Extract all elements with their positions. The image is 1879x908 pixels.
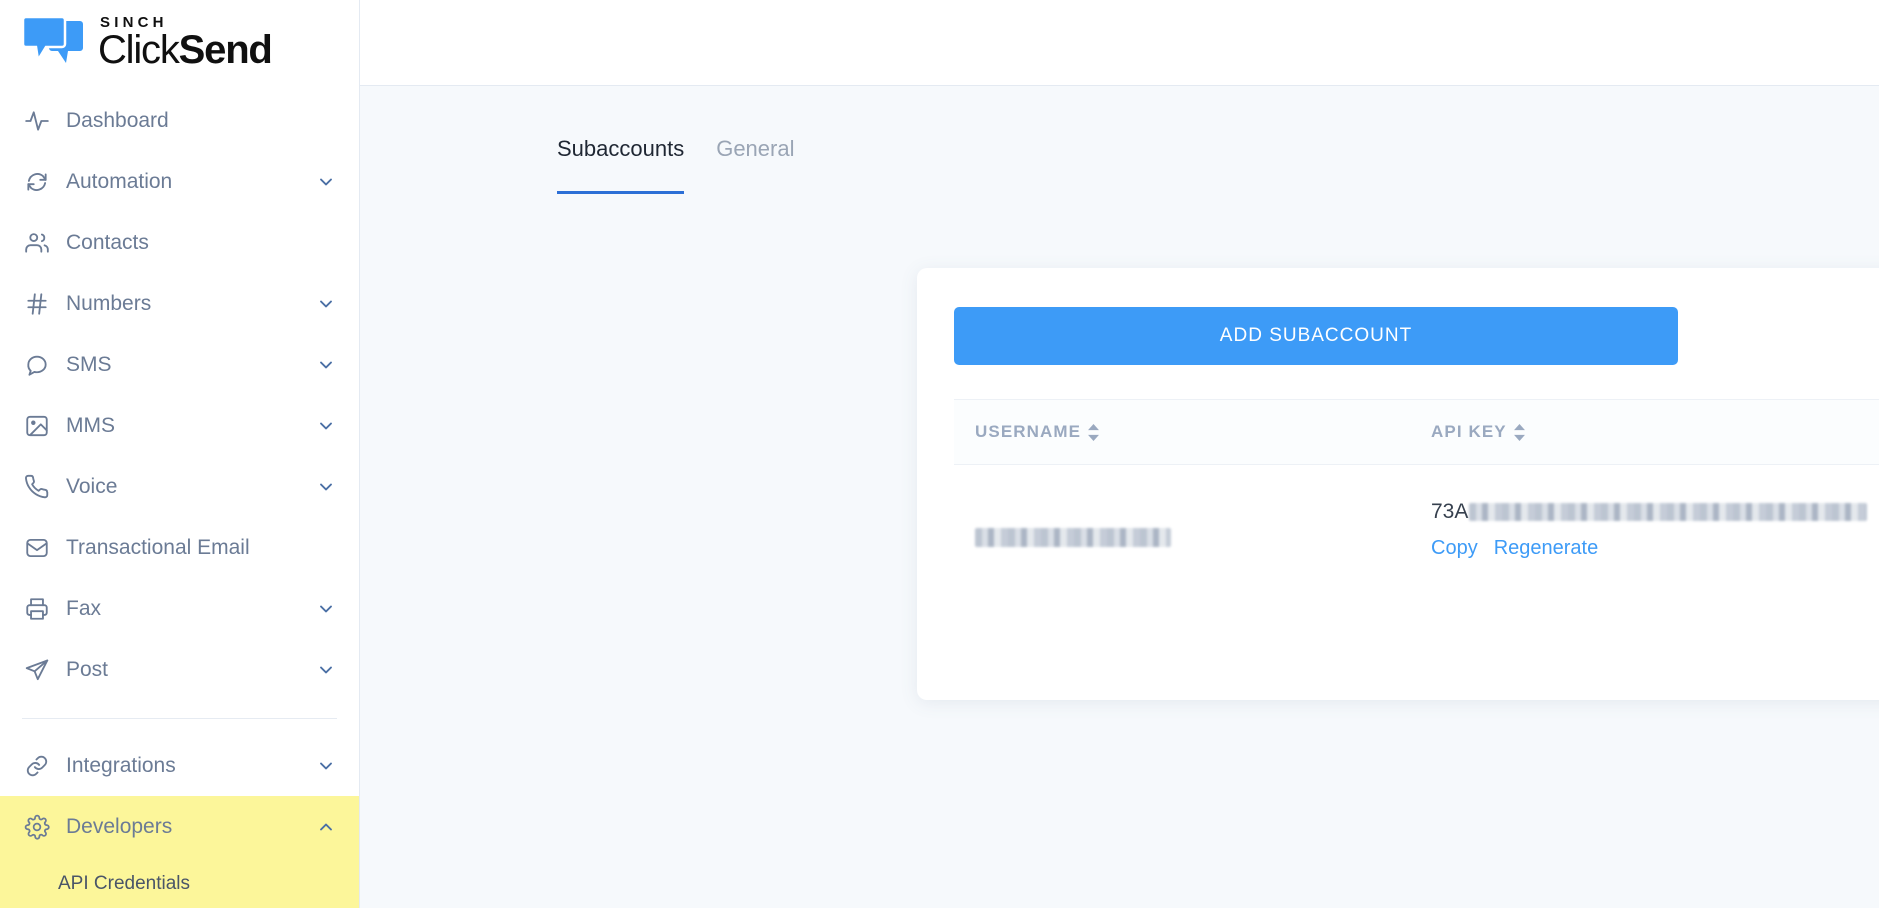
- message-icon: [22, 350, 52, 380]
- sidebar-item-dashboard[interactable]: Dashboard: [0, 90, 359, 151]
- sidebar-item-contacts[interactable]: Contacts: [0, 212, 359, 273]
- phone-icon: [22, 472, 52, 502]
- main-region: Subaccounts General ADD SUBACCOUNT USERN…: [360, 0, 1879, 908]
- sidebar-item-label: Numbers: [66, 291, 152, 315]
- sidebar-item-automation[interactable]: Automation: [0, 151, 359, 212]
- sidebar-item-integrations[interactable]: Integrations: [0, 735, 359, 796]
- subaccounts-card: ADD SUBACCOUNT USERNAME API KEY 73A Copy…: [917, 268, 1879, 700]
- brand-wordmark: SINCH ClickSend: [98, 15, 273, 72]
- tab-label: General: [716, 136, 795, 161]
- sidebar-item-label: SMS: [66, 352, 112, 376]
- sidebar-nav: Dashboard Automation Contacts Numbers SM…: [0, 86, 359, 908]
- table-header-row: USERNAME API KEY: [954, 399, 1879, 465]
- cell-api-key: 73A Copy Regenerate: [1431, 501, 1879, 560]
- chevron-down-icon[interactable]: [315, 598, 337, 620]
- printer-icon: [22, 594, 52, 624]
- sidebar-divider: [22, 718, 337, 719]
- sidebar-item-api-credentials[interactable]: API Credentials: [0, 857, 359, 908]
- sort-toggle-icon[interactable]: [1513, 423, 1526, 441]
- sidebar-item-developers[interactable]: Developers: [0, 796, 359, 857]
- sidebar-item-label: Integrations: [66, 753, 176, 777]
- chevron-down-icon[interactable]: [315, 354, 337, 376]
- chevron-down-icon[interactable]: [315, 415, 337, 437]
- sidebar-item-label: Transactional Email: [66, 535, 250, 559]
- link-icon: [22, 751, 52, 781]
- add-subaccount-button[interactable]: ADD SUBACCOUNT: [954, 307, 1678, 365]
- tab-general[interactable]: General: [716, 136, 794, 176]
- chevron-down-icon[interactable]: [315, 171, 337, 193]
- image-icon: [22, 411, 52, 441]
- subaccounts-table: USERNAME API KEY 73A Copy Regenerate: [954, 399, 1879, 560]
- gear-icon: [22, 812, 52, 842]
- chevron-down-icon[interactable]: [315, 659, 337, 681]
- sidebar-item-label: Fax: [66, 596, 102, 620]
- refresh-icon: [22, 167, 52, 197]
- chevron-down-icon[interactable]: [315, 476, 337, 498]
- api-key-prefix: 73A: [1431, 500, 1469, 523]
- cell-username: [954, 501, 1431, 547]
- brand-click-text: Click: [98, 28, 180, 72]
- table-header-api-key[interactable]: API KEY: [1431, 422, 1879, 442]
- sidebar: SINCH ClickSend Dashboard Automation Con…: [0, 0, 360, 908]
- send-icon: [22, 655, 52, 685]
- copy-api-key-link[interactable]: Copy: [1431, 537, 1478, 560]
- sidebar-item-mms[interactable]: MMS: [0, 395, 359, 456]
- sidebar-item-label: Dashboard: [66, 108, 169, 132]
- tab-subaccounts[interactable]: Subaccounts: [557, 136, 685, 194]
- sidebar-item-label: Contacts: [66, 230, 149, 254]
- tab-label: Subaccounts: [557, 136, 685, 161]
- table-row: 73A Copy Regenerate: [954, 465, 1879, 560]
- sidebar-item-numbers[interactable]: Numbers: [0, 273, 359, 334]
- sidebar-item-transactional-email[interactable]: Transactional Email: [0, 517, 359, 578]
- sidebar-item-label: Developers: [66, 814, 173, 838]
- redacted-api-key: [1469, 502, 1868, 521]
- brand-send-text: Send: [178, 28, 273, 72]
- top-bar: [360, 0, 1879, 86]
- app-root: SINCH ClickSend Dashboard Automation Con…: [0, 0, 1879, 908]
- sidebar-item-voice[interactable]: Voice: [0, 456, 359, 517]
- tab-bar: Subaccounts General: [360, 86, 1879, 194]
- clicksend-chat-logo-icon: [21, 15, 84, 71]
- brand-logo[interactable]: SINCH ClickSend: [0, 0, 359, 86]
- inbox-icon: [22, 533, 52, 563]
- users-icon: [22, 228, 52, 258]
- sidebar-item-post[interactable]: Post: [0, 639, 359, 700]
- api-key-value: 73A: [1431, 501, 1879, 522]
- chevron-down-icon[interactable]: [315, 755, 337, 777]
- sidebar-item-label: Post: [66, 657, 109, 681]
- sidebar-item-label: Automation: [66, 169, 173, 193]
- sidebar-subitem-label: API Credentials: [58, 873, 191, 894]
- sidebar-item-fax[interactable]: Fax: [0, 578, 359, 639]
- table-header-username[interactable]: USERNAME: [954, 422, 1431, 442]
- chevron-down-icon[interactable]: [315, 293, 337, 315]
- sidebar-item-label: Voice: [66, 474, 118, 498]
- regenerate-api-key-link[interactable]: Regenerate: [1494, 537, 1599, 560]
- sort-toggle-icon[interactable]: [1087, 423, 1100, 441]
- content-area: Subaccounts General ADD SUBACCOUNT USERN…: [360, 86, 1879, 908]
- brand-clicksend-text: ClickSend: [98, 28, 273, 72]
- chevron-up-icon[interactable]: [315, 816, 337, 838]
- activity-icon: [22, 106, 52, 136]
- sidebar-item-sms[interactable]: SMS: [0, 334, 359, 395]
- sidebar-item-label: MMS: [66, 413, 115, 437]
- hash-icon: [22, 289, 52, 319]
- redacted-username: [975, 528, 1171, 547]
- column-label: API KEY: [1431, 422, 1507, 441]
- api-key-actions: Copy Regenerate: [1431, 537, 1879, 560]
- column-label: USERNAME: [975, 422, 1082, 441]
